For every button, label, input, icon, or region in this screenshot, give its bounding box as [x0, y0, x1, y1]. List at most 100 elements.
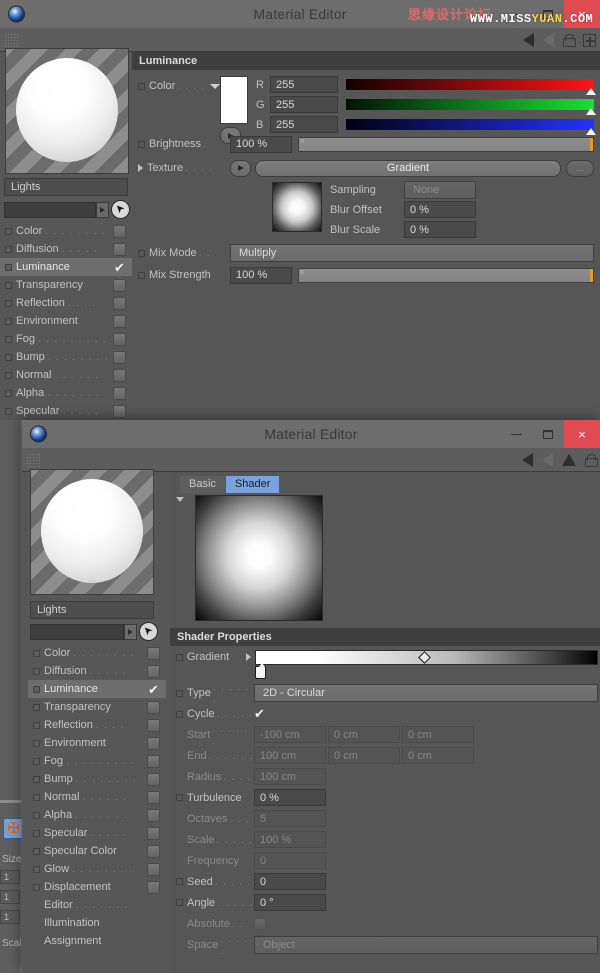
back-arrow-icon[interactable]	[523, 33, 534, 47]
channel-checkbox[interactable]	[113, 243, 126, 256]
channel-radio[interactable]	[33, 758, 40, 765]
color-swatch[interactable]	[220, 76, 248, 124]
search-dropdown-icon[interactable]	[96, 202, 109, 218]
toolbar-grip-icon[interactable]	[26, 453, 42, 467]
octaves-input[interactable]: 5	[254, 810, 326, 827]
channel-row-specular[interactable]: Specular. . . . .	[28, 824, 166, 842]
radius-input[interactable]: 100 cm	[254, 768, 326, 785]
blur-scale-input[interactable]: 0 %	[404, 221, 476, 238]
channel-row-assignment[interactable]: Assignment	[28, 932, 166, 950]
channel-radio[interactable]	[33, 812, 40, 819]
channel-row-normal[interactable]: Normal. . . . . .	[0, 366, 132, 384]
channel-checkbox[interactable]	[113, 405, 126, 418]
channel-radio[interactable]	[5, 408, 12, 415]
material-name-field-1[interactable]: Lights	[4, 178, 128, 196]
channel-radio[interactable]	[33, 686, 40, 693]
channel-row-editor[interactable]: Editor. . . . . . .	[28, 896, 166, 914]
bg-field[interactable]: 1	[0, 890, 20, 904]
channel-radio[interactable]	[33, 704, 40, 711]
close-button[interactable]: ×	[564, 420, 600, 448]
color-channel-radio[interactable]	[138, 83, 145, 90]
start-x-input[interactable]: -100 cm	[254, 726, 326, 743]
cycle-checkbox[interactable]: ✔	[254, 706, 265, 722]
type-select[interactable]: 2D - Circular	[254, 684, 598, 702]
channel-radio[interactable]	[33, 794, 40, 801]
channel-row-reflection[interactable]: Reflection. . . .	[0, 294, 132, 312]
mix-strength-slider[interactable]	[298, 268, 594, 283]
channel-row-alpha[interactable]: Alpha. . . . . . .	[0, 384, 132, 402]
channel-row-color[interactable]: Color. . . . . . . .	[28, 644, 166, 662]
channel-radio[interactable]	[33, 650, 40, 657]
maximize-button[interactable]	[532, 0, 564, 28]
tab-shader[interactable]: Shader	[226, 476, 279, 493]
brightness-input[interactable]: 100 %	[230, 136, 292, 153]
color-g-slider[interactable]	[346, 99, 594, 110]
channel-checkbox[interactable]	[113, 387, 126, 400]
color-b-slider[interactable]	[346, 119, 594, 130]
channel-row-bump[interactable]: Bump. . . . . . . .	[28, 770, 166, 788]
channel-row-luminance[interactable]: Luminance✔	[28, 680, 166, 698]
turbulence-input[interactable]: 0 %	[254, 789, 326, 806]
color-r-input[interactable]: 255	[270, 76, 338, 93]
texture-thumbnail[interactable]	[272, 182, 322, 232]
channel-radio[interactable]	[5, 318, 12, 325]
scale-input[interactable]: 100 %	[254, 831, 326, 848]
channel-checkbox[interactable]	[147, 737, 160, 750]
angle-radio[interactable]	[176, 899, 183, 906]
channel-radio[interactable]	[5, 228, 12, 235]
turbulence-radio[interactable]	[176, 794, 183, 801]
close-button[interactable]: ×	[564, 0, 600, 28]
gradient-knot[interactable]	[255, 666, 266, 679]
pick-cursor-icon[interactable]	[111, 200, 130, 219]
channel-radio[interactable]	[33, 866, 40, 873]
texture-shader-button[interactable]: Gradient	[255, 160, 561, 177]
channel-row-alpha[interactable]: Alpha. . . . . . .	[28, 806, 166, 824]
channel-checkbox[interactable]	[113, 297, 126, 310]
plus-icon[interactable]	[583, 34, 596, 47]
channel-row-color[interactable]: Color. . . . . . . .	[0, 222, 132, 240]
space-select[interactable]: Object	[254, 936, 598, 954]
channel-radio[interactable]	[5, 390, 12, 397]
sampling-select[interactable]: None	[404, 181, 476, 199]
seed-input[interactable]: 0	[254, 873, 326, 890]
channel-checkbox[interactable]	[113, 333, 126, 346]
end-y-input[interactable]: 0 cm	[328, 747, 400, 764]
bg-field[interactable]: 1	[0, 870, 20, 884]
channel-row-transparency[interactable]: Transparency	[0, 276, 132, 294]
lock-icon[interactable]	[563, 34, 574, 47]
search-input-2[interactable]	[30, 624, 124, 640]
channel-radio[interactable]	[5, 282, 12, 289]
window-1-titlebar[interactable]: Material Editor ×	[0, 0, 600, 28]
gradient-midpoint-marker[interactable]	[418, 651, 431, 664]
gradient-knot-row[interactable]	[255, 668, 598, 682]
channel-row-displacement[interactable]: Displacement	[28, 878, 166, 896]
end-x-input[interactable]: 100 cm	[254, 747, 326, 764]
color-g-input[interactable]: 255	[270, 96, 338, 113]
slider-knob[interactable]	[586, 108, 596, 115]
channel-row-fog[interactable]: Fog. . . . . . . . .	[28, 752, 166, 770]
search-input-1[interactable]	[4, 202, 96, 218]
absolute-checkbox[interactable]	[254, 918, 266, 930]
angle-input[interactable]: 0 °	[254, 894, 326, 911]
cycle-radio[interactable]	[176, 711, 183, 718]
channel-row-normal[interactable]: Normal. . . . . .	[28, 788, 166, 806]
brightness-slider[interactable]	[298, 137, 594, 152]
start-y-input[interactable]: 0 cm	[328, 726, 400, 743]
mix-strength-input[interactable]: 100 %	[230, 267, 292, 284]
seed-radio[interactable]	[176, 878, 183, 885]
back-arrow-icon[interactable]	[522, 453, 533, 467]
channel-radio[interactable]	[33, 776, 40, 783]
channel-checkbox[interactable]	[113, 315, 126, 328]
window-2-titlebar[interactable]: Material Editor ×	[22, 420, 600, 448]
toolbar-grip-icon[interactable]	[4, 33, 20, 47]
mix-strength-radio[interactable]	[138, 272, 145, 279]
slider-knob[interactable]	[586, 128, 596, 135]
channel-checkbox[interactable]	[147, 881, 160, 894]
move-tool-icon[interactable]: ✠	[3, 818, 24, 839]
search-dropdown-icon[interactable]	[124, 624, 137, 640]
channel-radio[interactable]	[5, 372, 12, 379]
channel-row-diffusion[interactable]: Diffusion. . . . .	[0, 240, 132, 258]
forward-arrow-icon[interactable]	[543, 33, 554, 47]
gradient-expand-caret-icon[interactable]	[246, 653, 251, 661]
mix-mode-radio[interactable]	[138, 250, 145, 257]
